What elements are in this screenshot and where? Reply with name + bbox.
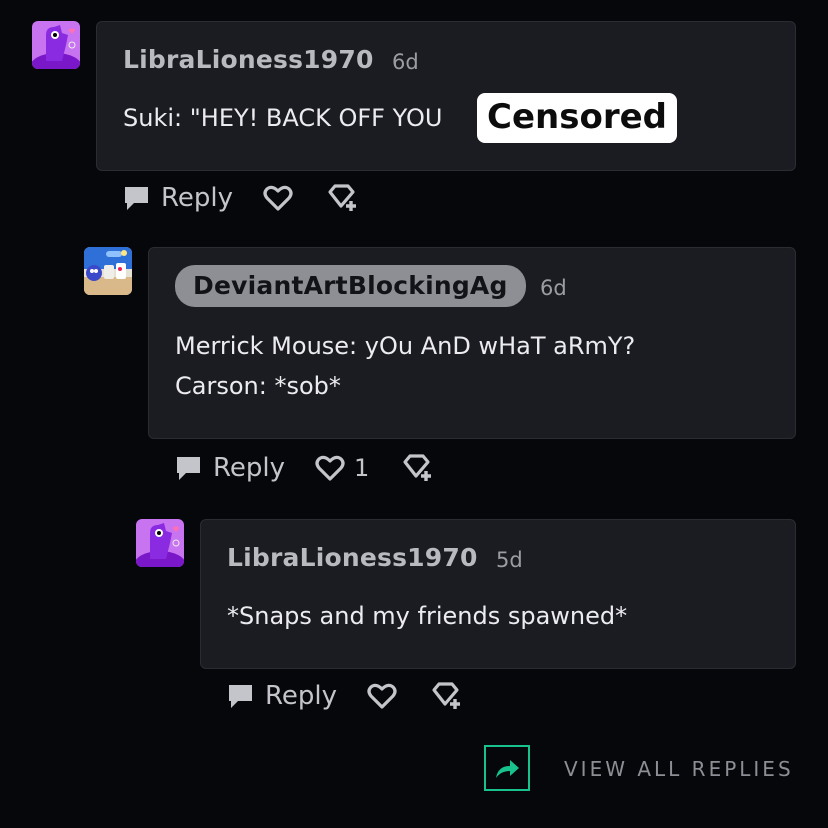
comment-time: 6d bbox=[540, 276, 567, 300]
award-button[interactable] bbox=[326, 182, 360, 218]
heart-icon bbox=[315, 455, 345, 481]
share-arrow-icon bbox=[496, 760, 519, 778]
reply-label: Reply bbox=[161, 183, 234, 213]
comment-time: 6d bbox=[392, 50, 419, 74]
comment-text-line: Merrick Mouse: yOu AnD wHaT aRmY? bbox=[175, 332, 636, 360]
award-button[interactable] bbox=[430, 680, 464, 716]
heart-icon bbox=[367, 683, 397, 709]
like-button[interactable] bbox=[262, 183, 294, 217]
gem-plus-icon bbox=[432, 682, 460, 709]
heart-icon bbox=[263, 185, 293, 211]
share-button[interactable] bbox=[484, 745, 530, 791]
like-button[interactable]: 1 bbox=[314, 450, 369, 486]
award-button[interactable] bbox=[401, 452, 435, 488]
avatar-libralioness[interactable] bbox=[32, 21, 80, 69]
view-all-replies-link[interactable]: VIEW ALL REPLIES bbox=[564, 757, 794, 781]
speech-bubble-icon bbox=[229, 685, 252, 708]
reply-label: Reply bbox=[213, 453, 286, 483]
reply-button[interactable]: Reply bbox=[174, 450, 285, 486]
comment-card: DeviantArtBlockingAg 6d Merrick Mouse: y… bbox=[148, 247, 796, 439]
comment-username[interactable]: LibraLioness1970 bbox=[123, 45, 374, 74]
speech-bubble-icon bbox=[177, 457, 200, 480]
like-button[interactable] bbox=[366, 681, 398, 715]
comment-text-line: Carson: *sob* bbox=[175, 372, 341, 400]
censored-overlay: Censored bbox=[477, 93, 677, 143]
speech-bubble-icon bbox=[125, 187, 148, 210]
comment-username[interactable]: DeviantArtBlockingAg bbox=[175, 265, 526, 307]
reply-button[interactable]: Reply bbox=[122, 180, 233, 216]
comment-text: *Snaps and my friends spawned* bbox=[227, 602, 628, 630]
like-count: 1 bbox=[354, 454, 370, 482]
gem-plus-icon bbox=[328, 184, 356, 211]
reply-button[interactable]: Reply bbox=[226, 678, 337, 714]
comment-card: LibraLioness1970 5d *Snaps and my friend… bbox=[200, 519, 796, 669]
comment-username[interactable]: LibraLioness1970 bbox=[227, 543, 478, 572]
comment-time: 5d bbox=[496, 548, 523, 572]
comment-card: LibraLioness1970 6d Suki: "HEY! BACK OFF… bbox=[96, 21, 796, 171]
comment-text: Suki: "HEY! BACK OFF YOU bbox=[123, 104, 443, 132]
reply-label: Reply bbox=[265, 681, 338, 711]
avatar-libralioness[interactable] bbox=[136, 519, 184, 567]
gem-plus-icon bbox=[403, 454, 431, 481]
avatar-deviantartblockingag[interactable] bbox=[84, 247, 132, 295]
